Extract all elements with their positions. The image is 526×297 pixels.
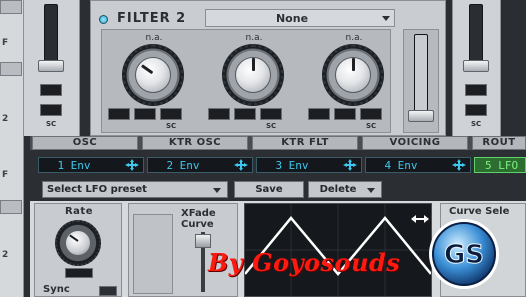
env-slot-3[interactable]: 3 Env <box>256 157 362 173</box>
sc-label: SC <box>46 120 57 128</box>
delete-label: Delete <box>319 184 357 195</box>
mod-slot[interactable] <box>234 108 256 120</box>
knob-label: n.a. <box>145 33 163 43</box>
rail-label: F <box>2 170 9 180</box>
filter-knob-area: n.a. SC n.a. SC n.a. SC <box>101 29 391 133</box>
move-arrows-icon[interactable] <box>234 159 248 171</box>
mod-slot[interactable] <box>465 104 487 116</box>
sc-label: SC <box>266 122 277 130</box>
sync-label: Sync <box>43 284 70 295</box>
knob-label: n.a. <box>345 33 363 43</box>
mod-strip <box>133 214 173 294</box>
knob-pointer <box>352 58 355 71</box>
env-slot-1[interactable]: 1 Env <box>38 157 144 173</box>
gs-logo: GS <box>429 219 499 289</box>
mod-slot[interactable] <box>360 108 382 120</box>
mod-slot[interactable] <box>208 108 230 120</box>
tab-osc[interactable]: OSC <box>32 136 138 150</box>
lfo-label: 5 LFO <box>485 159 519 172</box>
knob-pointer <box>252 58 255 71</box>
rate-section: Rate Sync <box>34 203 122 297</box>
curve-select-label: Curve Sele <box>449 206 510 217</box>
tab-voicing[interactable]: VOICING <box>362 136 468 150</box>
left-slider-column: SC <box>24 0 80 136</box>
side-slider-track[interactable] <box>414 34 428 114</box>
rail-tab[interactable] <box>0 0 22 14</box>
env-slot-4[interactable]: 4 Env <box>365 157 471 173</box>
filter-title: FILTER 2 <box>117 11 187 26</box>
mod-slot[interactable] <box>260 108 282 120</box>
lfo-slot-5[interactable]: 5 LFO <box>474 157 526 173</box>
modulator-slots: 1 Env 2 Env 3 Env 4 Env 5 LFO <box>30 153 526 177</box>
preset-select-label: Select LFO preset <box>47 184 147 195</box>
env-label: 2 Env <box>166 159 200 172</box>
xfade-label: XFade Curve <box>181 208 216 230</box>
lfo-preset-bar: Select LFO preset Save Delete <box>30 179 526 199</box>
mod-slot[interactable] <box>40 104 62 116</box>
chevron-down-icon <box>382 16 390 21</box>
horizontal-resize-icon[interactable] <box>411 214 429 224</box>
filter-side-slider <box>403 29 439 133</box>
move-arrows-icon[interactable] <box>343 159 357 171</box>
level-slider-thumb[interactable] <box>463 60 489 72</box>
sync-toggle[interactable] <box>99 286 117 296</box>
mod-slot[interactable] <box>108 108 130 120</box>
mod-slot[interactable] <box>465 84 487 96</box>
rail-tab[interactable] <box>0 200 22 214</box>
rail-label: 2 <box>2 114 9 124</box>
gs-logo-text: GS <box>444 240 484 270</box>
sc-label: SC <box>366 122 377 130</box>
env-slot-2[interactable]: 2 Env <box>147 157 253 173</box>
mod-slot[interactable] <box>134 108 156 120</box>
rail-tab[interactable] <box>0 62 22 76</box>
knob-cap <box>135 57 171 93</box>
rate-label: Rate <box>64 206 93 217</box>
env-label: 3 Env <box>275 159 309 172</box>
sc-label: SC <box>166 122 177 130</box>
chevron-down-icon <box>367 188 375 193</box>
filter-enable-led[interactable] <box>99 15 108 24</box>
mod-slot[interactable] <box>160 108 182 120</box>
filter-type-select[interactable]: None <box>205 9 395 27</box>
save-label: Save <box>255 184 283 195</box>
rail-label: F <box>2 38 9 48</box>
tab-ktr-flt[interactable]: KTR FLT <box>252 136 358 150</box>
lfo-preset-select[interactable]: Select LFO preset <box>42 181 228 198</box>
mod-slot[interactable] <box>308 108 330 120</box>
filter-type-value: None <box>275 12 309 25</box>
env-label: 4 Env <box>384 159 418 172</box>
filter-2-panel: FILTER 2 None n.a. SC n.a. SC n.a. SC <box>90 0 446 136</box>
save-button[interactable]: Save <box>234 181 304 198</box>
section-tabs: OSC KTR OSC KTR FLT VOICING ROUT <box>30 136 526 150</box>
mod-slot[interactable] <box>334 108 356 120</box>
move-arrows-icon[interactable] <box>125 159 139 171</box>
mod-slot[interactable] <box>40 84 62 96</box>
tab-ktr-osc[interactable]: KTR OSC <box>142 136 248 150</box>
synth-editor: F 2 F 2 SC FILTER 2 None n.a. SC n.a. SC… <box>0 0 526 297</box>
knob-label: n.a. <box>245 33 263 43</box>
filter-header: FILTER 2 None <box>91 7 447 29</box>
move-arrows-icon[interactable] <box>452 159 466 171</box>
side-slider-thumb[interactable] <box>408 110 434 122</box>
rail-label: 2 <box>2 250 9 260</box>
sc-label: SC <box>471 120 482 128</box>
delete-button[interactable]: Delete <box>308 181 382 198</box>
left-rail: F 2 F 2 <box>0 0 24 297</box>
rate-mod-slot[interactable] <box>65 268 93 278</box>
right-slider-column: SC <box>452 0 500 136</box>
xfade-slider-thumb[interactable] <box>195 234 211 248</box>
right-edge-panel <box>500 0 526 136</box>
watermark-text: By Goyosouds <box>208 248 401 277</box>
chevron-down-icon <box>213 188 221 193</box>
level-slider-thumb[interactable] <box>38 60 64 72</box>
env-label: 1 Env <box>57 159 91 172</box>
tab-rout[interactable]: ROUT <box>472 136 526 150</box>
